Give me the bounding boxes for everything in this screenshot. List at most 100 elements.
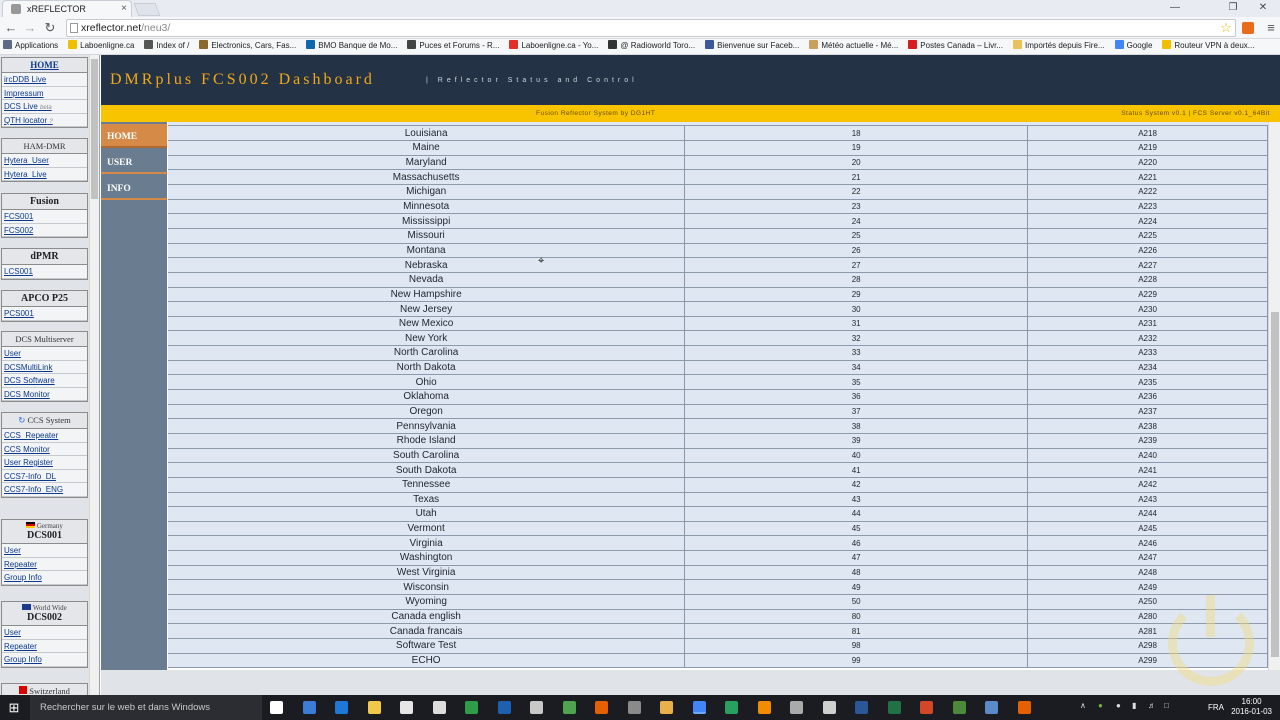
sidebar-link-ccs7-dl[interactable]: CCS7-Info_DL <box>2 470 87 483</box>
firefox-icon[interactable] <box>595 701 608 714</box>
bookmark-item[interactable]: Index of / <box>141 39 189 53</box>
nav-user[interactable]: USER <box>101 150 167 174</box>
app-globe-icon[interactable] <box>985 701 998 714</box>
monitor-icon[interactable] <box>822 701 836 714</box>
sidebar-link-ccs-monitor[interactable]: CCS Monitor <box>2 443 87 456</box>
excel-icon[interactable] <box>887 701 901 714</box>
nav-info[interactable]: INFO <box>101 176 167 200</box>
edge-icon[interactable] <box>335 701 348 714</box>
reload-icon[interactable]: ↻ <box>41 19 59 37</box>
windows-taskbar: ⊞ Rechercher sur le web et dans Windows … <box>0 695 1280 720</box>
sidebar-link-qth[interactable]: QTH locator ? <box>2 114 87 127</box>
vlc-icon[interactable] <box>757 701 771 714</box>
sidebar-link-dcs-user[interactable]: User <box>2 347 87 361</box>
taskbar-clock[interactable]: 16:00 2016-01-03 <box>1231 697 1272 717</box>
sidebar-scrollbar[interactable] <box>89 55 99 695</box>
tab-close-icon[interactable]: × <box>121 3 127 14</box>
sidebar-link-dcs002-user[interactable]: User <box>2 626 87 640</box>
bookmark-item[interactable]: Importés depuis Fire... <box>1010 39 1105 53</box>
sidebar-link-dcs001-user[interactable]: User <box>2 544 87 558</box>
tray-app-icon[interactable]: ● <box>1098 701 1103 710</box>
sidebar-link-dcs002-groupinfo[interactable]: Group Info <box>2 653 87 667</box>
app-keyboard-icon[interactable] <box>790 701 803 714</box>
sidebar-link-fcs001[interactable]: FCS001 <box>2 210 87 224</box>
tray-arrow-icon[interactable]: ∧ <box>1080 701 1086 710</box>
word-icon[interactable] <box>855 701 868 714</box>
main-scrollbar[interactable] <box>1268 122 1280 670</box>
windows-start-icon[interactable]: ⊞ <box>0 695 28 720</box>
bookmark-item[interactable]: Applications <box>0 39 58 53</box>
app-blue-icon[interactable] <box>497 701 511 714</box>
app-dark-icon[interactable] <box>952 701 966 714</box>
camera-icon[interactable] <box>530 701 543 714</box>
sidebar-link-ccs-repeater[interactable]: CCS_Repeater <box>2 429 87 443</box>
powerpoint-icon[interactable] <box>920 701 933 714</box>
bookmark-item[interactable]: @ Radioworld Toro... <box>605 39 695 53</box>
sidebar-scroll-thumb[interactable] <box>91 59 98 199</box>
bookmark-item[interactable]: Météo actuelle - Mé... <box>806 39 898 53</box>
new-tab-button[interactable] <box>133 3 161 16</box>
main-scroll-thumb[interactable] <box>1271 312 1279 657</box>
paint-icon[interactable] <box>660 701 673 714</box>
sidebar-link-dcs002-repeater[interactable]: Repeater <box>2 640 87 653</box>
sidebar-link-dcs001-groupinfo[interactable]: Group Info <box>2 571 87 585</box>
extension-icon[interactable] <box>1242 22 1254 34</box>
bookmark-item[interactable]: Laboenligne.ca <box>65 39 134 53</box>
bookmark-item[interactable]: Bienvenue sur Faceb... <box>702 39 799 53</box>
chrome-icon[interactable] <box>692 701 706 714</box>
taskbar-search-input[interactable]: Rechercher sur le web et dans Windows <box>30 695 262 720</box>
sidebar-link-dcsmultilink[interactable]: DCSMultiLink <box>2 361 87 374</box>
bookmark-label: Index of / <box>156 41 190 50</box>
sidebar-link-dcs-software[interactable]: DCS Software <box>2 374 87 388</box>
bookmark-item[interactable]: Electronics, Cars, Fas... <box>196 39 296 53</box>
firefox2-icon[interactable] <box>1017 701 1031 714</box>
sidebar-link-hytera-user[interactable]: Hytera_User <box>2 154 87 168</box>
notification-icon[interactable]: □ <box>1164 701 1169 710</box>
menu-icon[interactable]: ≡ <box>1262 19 1280 37</box>
app-grey-icon[interactable] <box>627 701 641 714</box>
user-button[interactable] <box>1190 0 1220 17</box>
input-language[interactable]: FRA <box>1208 703 1224 712</box>
sidebar-group-dcs002: World Wide DCS002 User Repeater Group Inf… <box>1 601 88 668</box>
browser-tab[interactable]: xREFLECTOR × <box>2 0 132 17</box>
forward-arrow-icon[interactable]: → <box>21 19 39 37</box>
bookmark-item[interactable]: Puces et Forums - R... <box>404 39 499 53</box>
nav-home[interactable]: HOME <box>101 124 167 148</box>
bookmark-item[interactable]: BMO Banque de Mo... <box>303 39 397 53</box>
sidebar-link-lcs001[interactable]: LCS001 <box>2 265 87 279</box>
sidebar-link-ircddb[interactable]: ircDDB Live <box>2 73 87 87</box>
tray-people-icon[interactable]: ● <box>1116 701 1121 710</box>
file-explorer-icon[interactable] <box>367 701 381 714</box>
address-bar[interactable]: xreflector.net/neu3/ <box>66 19 1236 37</box>
sidebar-link-dcs001-repeater[interactable]: Repeater <box>2 558 87 571</box>
calculator-icon[interactable] <box>432 701 446 714</box>
app-green-icon[interactable] <box>465 701 478 714</box>
excel-like-icon[interactable] <box>562 701 576 714</box>
bookmark-star-icon[interactable]: ☆ <box>1217 19 1235 37</box>
sidebar-home-link[interactable]: HOME <box>2 58 87 73</box>
maximize-button[interactable]: ❐ <box>1218 0 1248 17</box>
minimize-button[interactable]: — <box>1160 0 1190 17</box>
cell-region: Rhode Island <box>168 433 686 449</box>
bookmark-item[interactable]: Laboenligne.ca - Yo... <box>506 39 598 53</box>
bookmark-item[interactable]: Postes Canada – Livr... <box>905 39 1003 53</box>
bookmark-item[interactable]: Routeur VPN à deux... <box>1159 39 1254 53</box>
network-icon[interactable]: ▮ <box>1132 701 1136 710</box>
sidebar-link-dcs-monitor[interactable]: DCS Monitor <box>2 388 87 401</box>
sidebar-link-user-register[interactable]: User Register <box>2 456 87 470</box>
sidebar-link-impressum[interactable]: Impressum <box>2 87 87 100</box>
app-green2-icon[interactable] <box>725 701 738 714</box>
sidebar-link-hytera-live[interactable]: Hytera_Live <box>2 168 87 181</box>
bookmark-item[interactable]: Google <box>1112 39 1152 53</box>
close-window-button[interactable]: ✕ <box>1248 0 1278 17</box>
task-view-icon[interactable] <box>270 701 283 714</box>
sidebar-link-dcs-live[interactable]: DCS Live beta <box>2 100 87 114</box>
store-icon[interactable] <box>400 701 413 714</box>
sidebar-link-ccs7-eng[interactable]: CCS7-Info_ENG <box>2 483 87 497</box>
volume-icon[interactable]: ♬ <box>1148 701 1156 710</box>
cortana-icon[interactable] <box>302 701 316 714</box>
back-arrow-icon[interactable]: ← <box>2 19 20 37</box>
sidebar-link-fcs002[interactable]: FCS002 <box>2 224 87 237</box>
sidebar-link-pcs001[interactable]: PCS001 <box>2 307 87 321</box>
cell-region: Vermont <box>168 521 686 537</box>
